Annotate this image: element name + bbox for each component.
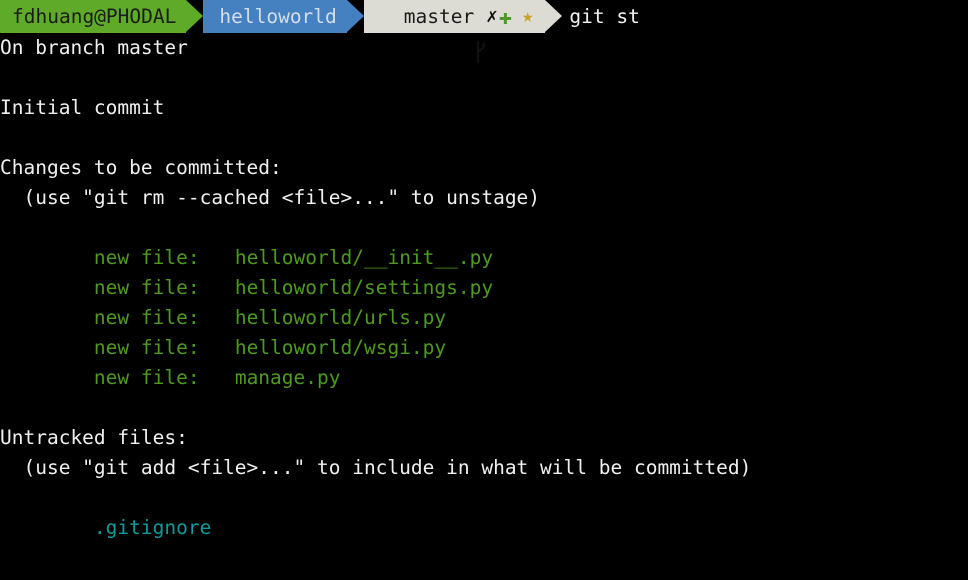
row-gap [200,306,235,329]
prompt-git-branch-label: master [403,5,475,28]
git-branch-icon [380,7,487,63]
file-status-label: new file: [93,276,200,299]
output-untracked-header: Untracked files: [0,426,188,449]
prompt-segment-directory: helloworld [203,0,365,33]
untracked-file-list: .gitignore [0,513,968,543]
file-path-label: helloworld/wsgi.py [234,336,447,359]
command-text: git st [569,4,640,28]
output-staged-hint: (use "git rm --cached <file>..." to unst… [0,186,541,209]
file-path-label: .gitignore [93,516,212,539]
file-path-label: helloworld/urls.py [234,306,447,329]
row-indent [0,366,94,389]
staged-file-row: new file: helloworld/settings.py [0,273,968,303]
untracked-file-row: .gitignore [0,513,968,543]
row-indent [0,306,94,329]
staged-file-list: new file: helloworld/__init__.py new fil… [0,243,968,393]
shell-prompt: fdhuang@PHODAL helloworld master ✗ ✚ ★ g… [0,0,640,63]
git-dirty-icon: ✗ [486,5,498,27]
row-gap [200,336,235,359]
row-indent [0,276,94,299]
file-status-label: new file: [93,246,200,269]
output-blank-line [0,213,968,243]
row-gap [200,366,235,389]
file-status-label: new file: [93,336,200,359]
staged-file-row: new file: manage.py [0,363,968,393]
file-status-label: new file: [93,366,200,389]
file-status-label: new file: [93,306,200,329]
staged-file-row: new file: helloworld/__init__.py [0,243,968,273]
staged-file-row: new file: helloworld/wsgi.py [0,333,968,363]
output-blank-line [0,123,968,153]
row-indent [0,516,94,539]
row-indent [0,336,94,359]
row-gap [200,246,235,269]
prompt-directory-label: helloworld [219,5,337,28]
file-path-label: helloworld/settings.py [234,276,494,299]
row-indent [0,246,94,269]
prompt-git-flags: ✗ ✚ ★ [486,0,533,33]
row-gap [200,276,235,299]
output-untracked-hint: (use "git add <file>..." to include in w… [0,456,752,479]
git-stashed-icon: ★ [521,5,534,27]
output-initial-commit-line: Initial commit [0,96,165,119]
output-blank-line [0,393,968,423]
command-output: On branch master Initial commit Changes … [0,33,968,543]
command-input[interactable]: git st [569,0,639,33]
output-blank-line [0,63,968,93]
output-staged-header: Changes to be committed: [0,156,282,179]
file-path-label: manage.py [234,366,341,389]
prompt-user-host-label: fdhuang@PHODAL [12,5,177,28]
staged-file-row: new file: helloworld/urls.py [0,303,968,333]
prompt-segment-git: master ✗ ✚ ★ [363,0,562,63]
file-path-label: helloworld/__init__.py [234,246,494,269]
output-blank-line [0,483,968,513]
terminal-window: fdhuang@PHODAL helloworld master ✗ ✚ ★ g… [0,0,968,580]
git-staged-icon: ✚ [498,5,512,30]
prompt-segment-user-host: fdhuang@PHODAL [0,0,204,33]
